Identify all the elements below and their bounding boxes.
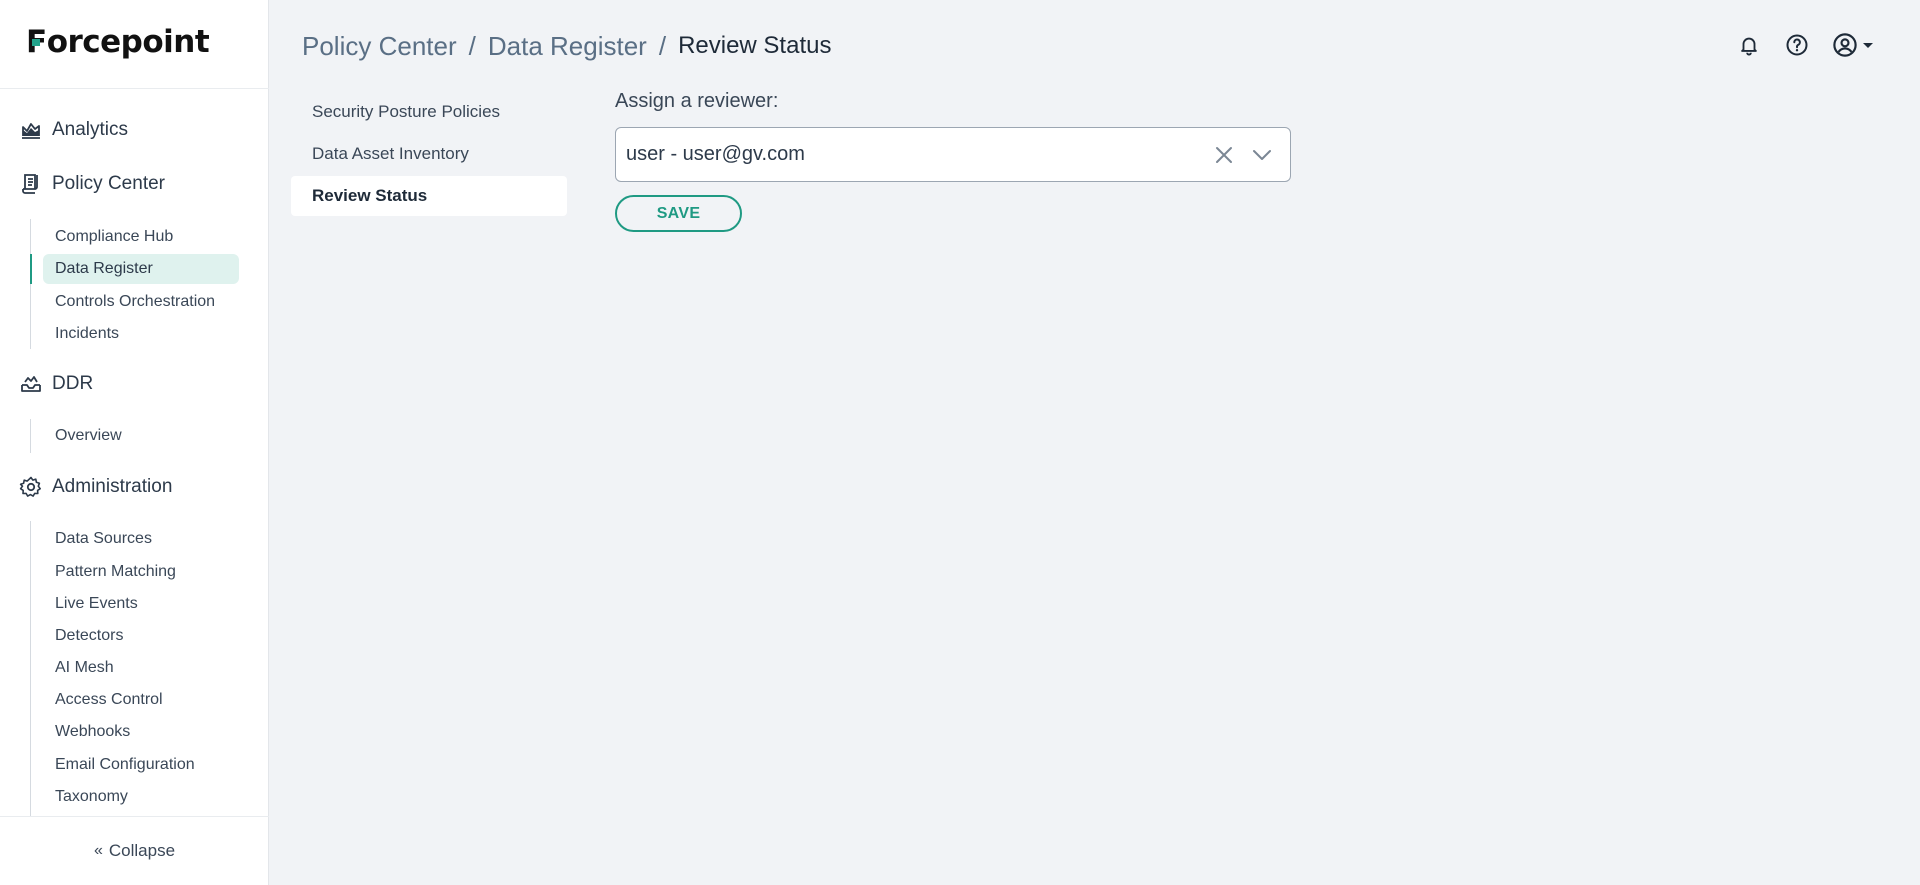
data-register-subnav: Security Posture Policies Data Asset Inv… [291, 92, 567, 218]
reviewer-form: Assign a reviewer: user - user@gv.com SA… [615, 90, 1291, 232]
sidebar-item-ai-mesh[interactable]: AI Mesh [43, 653, 239, 683]
sidebar: Forcepoint Analytics Policy Center Compl… [0, 0, 269, 885]
user-menu-button[interactable] [1832, 30, 1880, 60]
document-icon [22, 174, 38, 194]
sidebar-nav: Analytics Policy Center Compliance Hub D… [0, 89, 269, 816]
active-indicator [30, 254, 32, 284]
sidebar-item-detectors[interactable]: Detectors [43, 621, 239, 651]
breadcrumb-data-register[interactable]: Data Register [488, 31, 647, 62]
help-icon [1786, 34, 1808, 56]
nav-section-policy-center[interactable]: Policy Center [0, 164, 269, 204]
user-avatar-icon [1833, 33, 1857, 57]
reviewer-select[interactable]: user - user@gv.com [615, 127, 1291, 182]
close-icon [1216, 147, 1232, 163]
policy-center-subnav: Compliance Hub Data Register Controls Or… [30, 219, 240, 349]
inbox-icon [21, 376, 41, 392]
nav-section-ddr[interactable]: DDR [0, 364, 269, 404]
chevron-down-icon [1253, 150, 1271, 160]
notifications-button[interactable] [1734, 30, 1764, 60]
ddr-subnav: Overview [30, 419, 240, 453]
sidebar-item-taxonomy[interactable]: Taxonomy [43, 782, 239, 812]
nav-section-label: Administration [52, 476, 173, 497]
gear-icon [19, 476, 41, 497]
logo-letter: F [26, 24, 47, 60]
nav-section-label: Policy Center [52, 173, 165, 194]
dropdown-toggle[interactable] [1250, 143, 1274, 167]
forcepoint-logo[interactable]: Forcepoint [26, 22, 210, 62]
bell-icon [1741, 37, 1757, 56]
sidebar-item-access-control[interactable]: Access Control [43, 685, 239, 715]
help-button[interactable] [1782, 30, 1812, 60]
sidebar-item-live-events[interactable]: Live Events [43, 589, 239, 619]
sidebar-item-incidents[interactable]: Incidents [43, 319, 239, 349]
collapse-label: Collapse [108, 841, 176, 860]
save-button[interactable]: SAVE [615, 195, 742, 232]
reviewer-select-value: user - user@gv.com [626, 143, 805, 165]
nav-section-administration[interactable]: Administration [0, 467, 269, 507]
header-actions [1716, 30, 1880, 60]
breadcrumb-policy-center[interactable]: Policy Center [302, 31, 457, 62]
logo-accent-dot [32, 39, 40, 46]
nav-section-label: Analytics [52, 119, 129, 140]
reviewer-label: Assign a reviewer: [615, 90, 779, 112]
clear-selection-button[interactable] [1212, 143, 1236, 167]
logo-text: orcepoint [46, 24, 210, 60]
administration-subnav: Data Sources Pattern Matching Live Event… [30, 521, 240, 816]
sidebar-item-overview[interactable]: Overview [43, 421, 239, 451]
sidebar-item-pattern-matching[interactable]: Pattern Matching [43, 557, 239, 587]
double-chevron-left-icon: « [93, 842, 103, 859]
tab-data-asset-inventory[interactable]: Data Asset Inventory [291, 134, 567, 174]
tab-review-status[interactable]: Review Status [291, 176, 567, 216]
sidebar-item-webhooks[interactable]: Webhooks [43, 717, 239, 747]
sidebar-item-data-sources[interactable]: Data Sources [43, 524, 239, 554]
nav-section-analytics[interactable]: Analytics [0, 110, 269, 150]
breadcrumb-separator: / [658, 30, 667, 61]
breadcrumb: Policy Center / Data Register / Review S… [302, 28, 831, 64]
sidebar-item-email-configuration[interactable]: Email Configuration [43, 750, 239, 780]
caret-down-icon [1863, 43, 1873, 48]
sidebar-item-controls-orchestration[interactable]: Controls Orchestration [43, 287, 239, 317]
breadcrumb-separator: / [468, 30, 476, 61]
chart-icon [22, 123, 40, 139]
page-title: Review Status [678, 32, 832, 59]
sidebar-item-compliance-hub[interactable]: Compliance Hub [43, 222, 239, 252]
collapse-button[interactable]: « Collapse [0, 816, 269, 885]
sidebar-item-data-register[interactable]: Data Register [43, 254, 239, 284]
nav-section-label: DDR [52, 373, 94, 394]
tab-security-posture-policies[interactable]: Security Posture Policies [291, 92, 567, 132]
